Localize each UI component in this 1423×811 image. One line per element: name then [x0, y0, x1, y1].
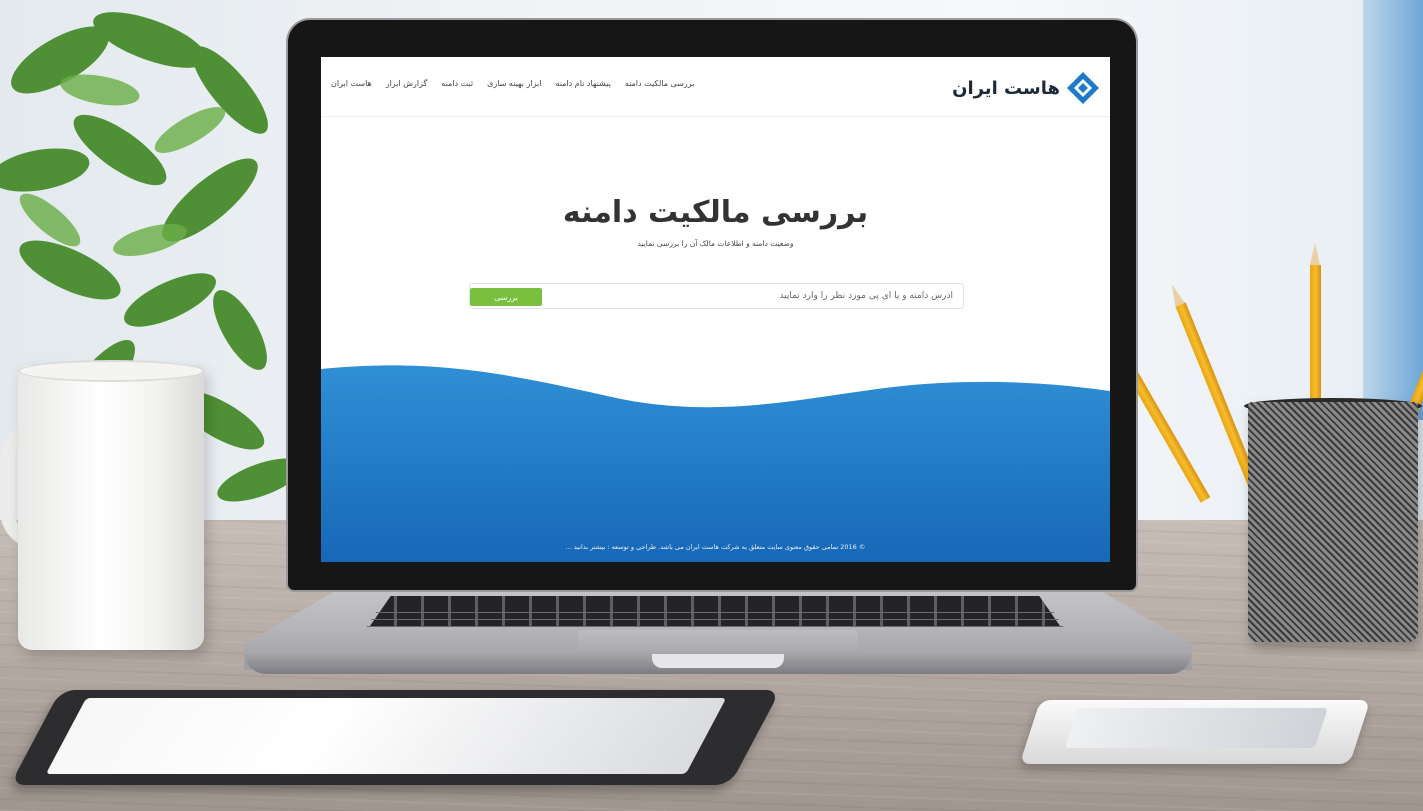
coffee-mug	[18, 365, 204, 650]
page-title: بررسی مالکیت دامنه	[562, 195, 869, 230]
wave-background	[321, 365, 1110, 562]
laptop-notch	[652, 654, 784, 668]
nav-item-tool-report[interactable]: گزارش ابزار	[386, 79, 428, 88]
site-footer: © 2016 تمامی حقوق معنوی سایت متعلق به شر…	[565, 543, 866, 551]
tablet-screen	[45, 698, 727, 774]
nav-item-domain-ownership[interactable]: بررسی مالکیت دامنه	[625, 79, 695, 88]
laptop-screen: هاست ایران بررسی مالکیت دامنه پیشنهاد نا…	[321, 57, 1110, 562]
main-nav: بررسی مالکیت دامنه پیشنهاد نام دامنه ابز…	[331, 79, 694, 88]
search-bar: بررسی	[469, 283, 964, 309]
search-button[interactable]: بررسی	[470, 288, 542, 306]
page-subtitle: وضعیت دامنه و اطلاعات مالک آن را بررسی ن…	[637, 239, 794, 248]
logo-diamond-icon	[1067, 72, 1099, 104]
nav-item-domain-suggestion[interactable]: پیشنهاد نام دامنه	[555, 79, 610, 88]
window-light	[1363, 0, 1423, 420]
phone-screen	[1064, 708, 1328, 748]
logo-text: هاست ایران	[952, 77, 1060, 99]
mug-rim	[18, 360, 204, 382]
smartphone	[1019, 700, 1371, 764]
tablet	[10, 690, 781, 785]
search-input[interactable]	[546, 284, 963, 308]
nav-item-host-iran[interactable]: هاست ایران	[331, 79, 372, 88]
nav-item-register-domain[interactable]: ثبت دامنه	[441, 79, 473, 88]
site-header: هاست ایران بررسی مالکیت دامنه پیشنهاد نا…	[321, 57, 1110, 117]
pencil-cup	[1248, 402, 1418, 642]
laptop-keyboard-rows	[366, 606, 1064, 628]
laptop-trackpad	[578, 630, 858, 652]
nav-item-seo-tools[interactable]: ابزار بهینه سازی	[487, 79, 541, 88]
site-logo[interactable]: هاست ایران	[952, 71, 1100, 105]
